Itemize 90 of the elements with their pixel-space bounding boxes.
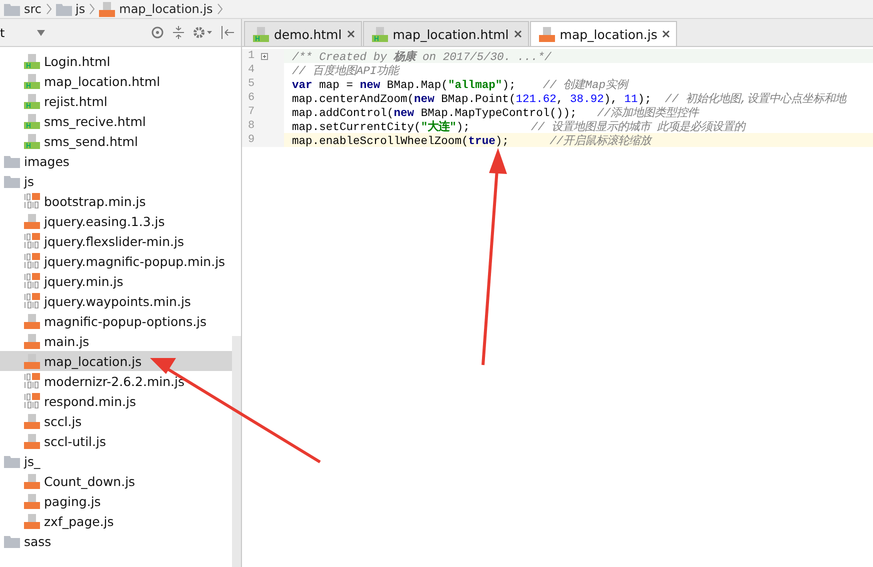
tree-item[interactable]: sass (0, 531, 232, 551)
tree-item[interactable]: jquery.flexslider-min.js (0, 231, 232, 251)
folder-icon (4, 154, 20, 168)
js-file-icon (24, 493, 40, 509)
editor-tab[interactable]: map_location.html (362, 21, 529, 46)
tree-item[interactable]: map_location.html (0, 71, 232, 91)
editor-tab[interactable]: map_location.js (530, 21, 678, 46)
chevron-icon (46, 3, 52, 15)
tree-item[interactable]: images (0, 151, 232, 171)
html-file-icon (372, 26, 388, 42)
binary-js-file-icon (24, 253, 40, 269)
folder-icon (56, 2, 72, 16)
binary-js-file-icon (24, 273, 40, 289)
fold-icon[interactable] (260, 52, 268, 60)
html-file-icon (24, 113, 40, 129)
tree-item[interactable]: jquery.waypoints.min.js (0, 291, 232, 311)
line-number: 9 (248, 134, 255, 146)
html-file-icon (253, 26, 269, 42)
chevron-icon (89, 3, 96, 15)
code-line: map.enableScrollWheelZoom(true); //开启鼠标滚轮缩放 (291, 134, 652, 148)
html-file-icon (24, 73, 40, 89)
folder-icon (4, 534, 20, 548)
code-line: map.centerAndZoom(new BMap.Point(121.62, 38.92), 11); // 初始化地图,设置中心点坐标和地 (291, 92, 846, 106)
binary-js-file-icon (24, 373, 40, 389)
tree-item[interactable]: main.js (0, 331, 232, 351)
js-file-icon (24, 213, 40, 229)
code-line: var map = new BMap.Map("allmap"); // 创建Map实例 (291, 78, 628, 92)
js-file-icon (24, 333, 40, 349)
tree-item[interactable]: js (0, 171, 232, 191)
js-file-icon (24, 513, 40, 529)
tree-item[interactable]: paging.js (0, 491, 232, 511)
hide-panel-icon[interactable] (221, 26, 235, 39)
tree-item[interactable]: respond.min.js (0, 391, 232, 411)
code-line: map.setCurrentCity("大连"); // 设置地图显示的城市 此项是必须设置的 (291, 119, 746, 134)
tree-item[interactable]: sccl.js (0, 411, 232, 431)
line-number: 6 (248, 92, 255, 104)
tree-item[interactable]: jquery.min.js (0, 271, 232, 291)
tree-item[interactable]: rejist.html (0, 91, 232, 111)
code-line: /** Created by 杨康 on 2017/5/30. ...*/ (291, 49, 552, 64)
binary-js-file-icon (24, 293, 40, 309)
tree-item[interactable]: sms_recive.html (0, 111, 232, 131)
caret-icon[interactable] (36, 30, 45, 36)
js-file-icon (24, 313, 40, 329)
tree-item[interactable]: jquery.easing.1.3.js (0, 211, 232, 231)
panel-title[interactable]: t (0, 26, 5, 40)
tree-item[interactable]: jquery.magnific-popup.min.js (0, 251, 232, 271)
folder-icon (4, 174, 20, 188)
code-line: // 百度地图API功能 (291, 64, 399, 78)
tree-item[interactable]: Count_down.js (0, 471, 232, 491)
chevron-icon (216, 3, 223, 15)
tree-item[interactable]: js_ (0, 451, 232, 471)
html-file-icon (24, 53, 40, 69)
settings-icon[interactable] (193, 26, 213, 39)
line-number: 5 (248, 78, 255, 90)
js-file-icon (538, 26, 555, 42)
editor-tab[interactable]: demo.html (244, 21, 362, 46)
tree-item[interactable]: modernizr-2.6.2.min.js (0, 371, 232, 391)
html-file-icon (24, 133, 40, 149)
js-file-icon (24, 413, 40, 429)
js-file-icon (99, 1, 116, 17)
breadcrumb-item[interactable]: src (4, 2, 42, 16)
folder-icon (4, 454, 20, 468)
js-file-icon (24, 353, 40, 369)
tree-item[interactable]: Login.html (0, 51, 232, 71)
tree-item[interactable]: map_location.js (0, 351, 232, 371)
folder-icon (4, 2, 20, 16)
breadcrumb-item[interactable]: js (56, 2, 86, 16)
line-number: 8 (248, 120, 255, 132)
js-file-icon (24, 473, 40, 489)
close-icon[interactable] (514, 30, 522, 38)
html-file-icon (24, 93, 40, 109)
code-line: map.addControl(new BMap.MapTypeControl()); //添加地图类型控件 (291, 106, 699, 120)
scrollbar-thumb[interactable] (232, 336, 241, 567)
tree-item[interactable]: sms_send.html (0, 131, 232, 151)
breadcrumb-item[interactable]: map_location.js (99, 1, 213, 17)
collapse-icon[interactable] (172, 26, 185, 39)
target-icon[interactable] (151, 26, 164, 39)
binary-js-file-icon (24, 233, 40, 249)
line-number: 1 (248, 50, 255, 62)
line-number: 7 (248, 106, 255, 118)
tree-item[interactable]: zxf_page.js (0, 511, 232, 531)
tree-item[interactable]: bootstrap.min.js (0, 191, 232, 211)
close-icon[interactable] (662, 30, 670, 38)
binary-js-file-icon (24, 393, 40, 409)
tree-item[interactable]: magnific-popup-options.js (0, 311, 232, 331)
js-file-icon (24, 433, 40, 449)
line-number: 4 (248, 64, 255, 76)
binary-js-file-icon (24, 193, 40, 209)
close-icon[interactable] (346, 30, 355, 38)
tree-item[interactable]: sccl-util.js (0, 431, 232, 451)
